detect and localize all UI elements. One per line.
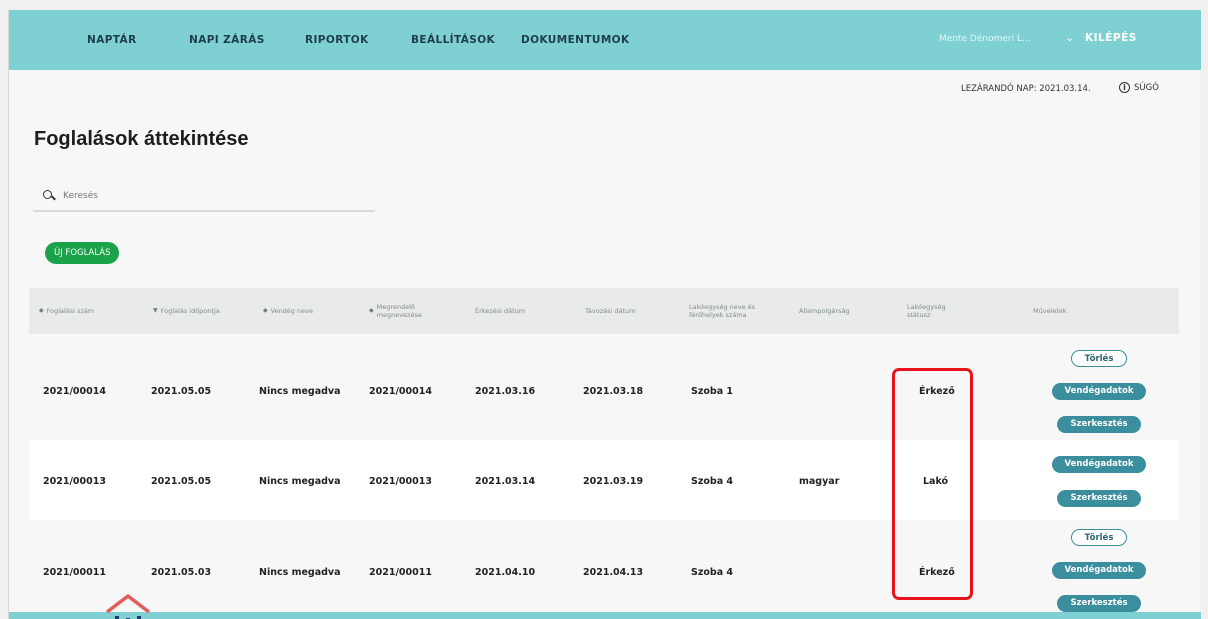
table-row: 2021/00014 2021.05.05 Nincs megadva 2021…: [29, 340, 1179, 440]
new-booking-button[interactable]: ÚJ FOGLALÁS: [45, 242, 120, 264]
column-header-unit: Lakóegység neve és férőhelyek száma: [689, 288, 769, 334]
column-label: Távozási dátum: [585, 307, 636, 315]
nav-item-dokumentumok[interactable]: DOKUMENTUMOK: [521, 34, 630, 46]
help-link[interactable]: i SÚGÓ: [1119, 82, 1159, 93]
booking-date: 2021.05.03: [151, 567, 212, 578]
arrival-date: 2021.03.16: [475, 386, 536, 397]
column-label: Lakóegység neve és férőhelyek száma: [689, 303, 756, 319]
table-row: 2021/00013 2021.05.05 Nincs megadva 2021…: [29, 440, 1179, 520]
column-label: Foglalás időpontja: [160, 307, 220, 315]
column-label: Állampolgárság: [799, 307, 850, 315]
table-header: ◆ Foglalási szám ▼ Foglalás időpontja ◆ …: [29, 288, 1179, 334]
page-title: Foglalások áttekintése: [34, 128, 249, 150]
column-label: Megrendelő megnevezése: [376, 303, 422, 319]
booking-number: 2021/00013: [43, 476, 106, 487]
unit-name: Szoba 4: [691, 476, 734, 487]
guest-name: Nincs megadva: [259, 476, 341, 487]
guest-data-button[interactable]: Vendégadatok: [1052, 562, 1146, 579]
unit-status: Érkező: [919, 567, 955, 578]
search-icon: [43, 190, 55, 202]
column-label: Műveletek: [1033, 307, 1067, 315]
arrival-date: 2021.03.14: [475, 476, 536, 487]
guest-data-button[interactable]: Vendégadatok: [1052, 456, 1146, 473]
guest-name: Nincs megadva: [259, 386, 341, 397]
user-menu[interactable]: Mente Dénomeri L...: [939, 34, 1031, 44]
edit-button[interactable]: Szerkesztés: [1057, 490, 1141, 507]
column-header-guest-name[interactable]: ◆ Vendég neve: [263, 288, 363, 334]
orderer-name: 2021/00011: [369, 567, 432, 578]
nav-item-beallitasok[interactable]: BEÁLLÍTÁSOK: [411, 34, 495, 46]
guest-name: Nincs megadva: [259, 567, 341, 578]
column-label: Vendég neve: [270, 307, 313, 315]
unit-name: Szoba 4: [691, 567, 734, 578]
info-icon: i: [1119, 82, 1130, 93]
column-label: Foglalási szám: [46, 307, 95, 315]
chevron-down-icon[interactable]: ⌄: [1065, 31, 1074, 44]
booking-date: 2021.05.05: [151, 476, 212, 487]
sort-desc-icon: ▼: [153, 307, 158, 314]
house-logo-icon: [105, 594, 151, 619]
orderer-name: 2021/00014: [369, 386, 432, 397]
unit-status: Érkező: [919, 386, 955, 397]
booking-number: 2021/00014: [43, 386, 106, 397]
arrival-date: 2021.04.10: [475, 567, 536, 578]
departure-date: 2021.03.18: [583, 386, 644, 397]
column-header-booking-date[interactable]: ▼ Foglalás időpontja: [153, 288, 253, 334]
delete-button[interactable]: Törlés: [1071, 529, 1127, 546]
column-label: Érkezési dátum: [475, 307, 526, 315]
close-day-info: LEZÁRANDÓ NAP: 2021.03.14.: [961, 84, 1091, 94]
nav-item-naptar[interactable]: NAPTÁR: [87, 34, 137, 46]
help-label: SÚGÓ: [1134, 82, 1159, 93]
column-header-actions: Műveletek: [1033, 288, 1113, 334]
guest-data-button[interactable]: Vendégadatok: [1052, 383, 1146, 400]
top-navigation-bar: NAPTÁR NAPI ZÁRÁS RIPORTOK BEÁLLÍTÁSOK D…: [9, 10, 1201, 70]
orderer-name: 2021/00013: [369, 476, 432, 487]
departure-date: 2021.04.13: [583, 567, 644, 578]
unit-name: Szoba 1: [691, 386, 734, 397]
search-input[interactable]: [63, 191, 363, 201]
column-header-unit-status: Lakóegység státusz: [907, 288, 967, 334]
search-box: [33, 182, 375, 212]
sort-icon: ◆: [263, 307, 268, 314]
departure-date: 2021.03.19: [583, 476, 644, 487]
column-header-departure: Távozási dátum: [585, 288, 665, 334]
logout-button[interactable]: KILÉPÉS: [1085, 32, 1137, 44]
column-header-booking-number[interactable]: ◆ Foglalási szám: [39, 288, 139, 334]
table-row: 2021/00011 2021.05.03 Nincs megadva 2021…: [29, 520, 1179, 619]
bottom-bar: [9, 612, 1201, 619]
column-header-arrival: Érkezési dátum: [475, 288, 555, 334]
nav-item-riportok[interactable]: RIPORTOK: [305, 34, 369, 46]
booking-date: 2021.05.05: [151, 386, 212, 397]
booking-number: 2021/00011: [43, 567, 106, 578]
app-window: NAPTÁR NAPI ZÁRÁS RIPORTOK BEÁLLÍTÁSOK D…: [8, 10, 1201, 619]
column-header-orderer[interactable]: ◆ Megrendelő megnevezése: [369, 288, 459, 334]
column-header-nationality: Állampolgárság: [799, 288, 879, 334]
nationality: magyar: [799, 476, 840, 487]
sort-icon: ◆: [39, 307, 44, 314]
sort-icon: ◆: [369, 307, 374, 314]
delete-button[interactable]: Törlés: [1071, 350, 1127, 367]
edit-button[interactable]: Szerkesztés: [1057, 595, 1141, 612]
nav-item-napi-zaras[interactable]: NAPI ZÁRÁS: [189, 34, 265, 46]
column-label: Lakóegység státusz: [907, 303, 946, 319]
unit-status: Lakó: [923, 476, 949, 487]
edit-button[interactable]: Szerkesztés: [1057, 416, 1141, 433]
